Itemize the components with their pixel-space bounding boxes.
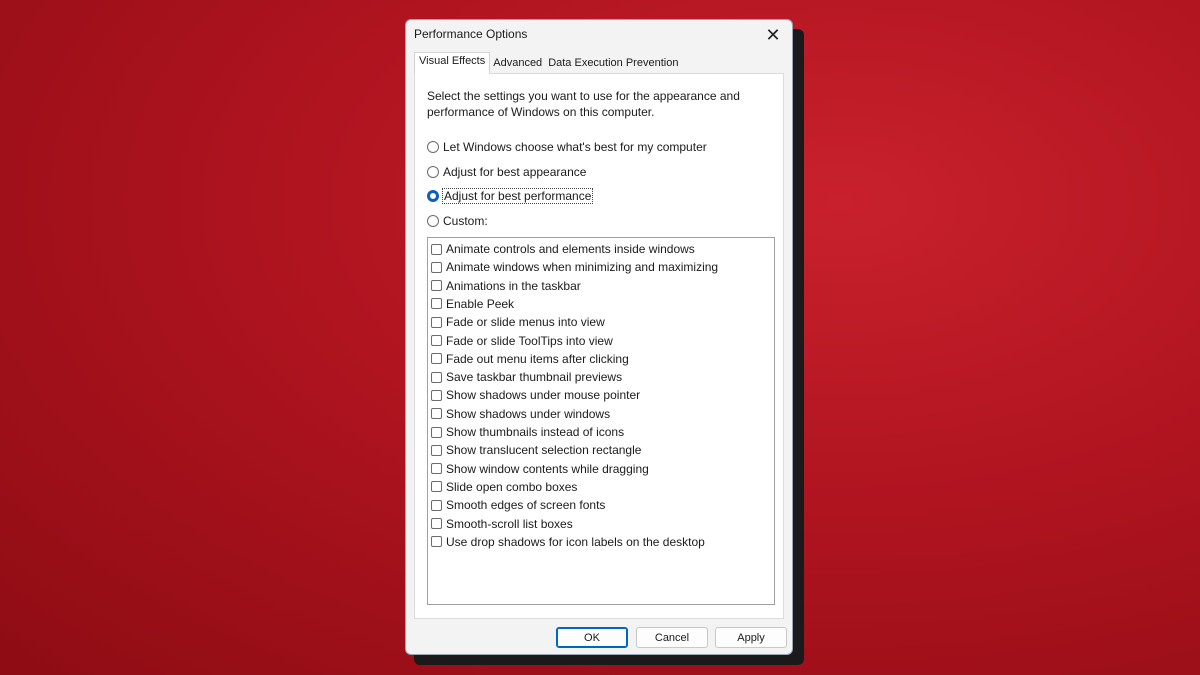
tab-visual-effects[interactable]: Visual Effects xyxy=(414,52,491,74)
checkbox-label: Slide open combo boxes xyxy=(446,479,578,494)
checkbox-label: Show thumbnails instead of icons xyxy=(446,425,625,439)
effect-checkbox-row[interactable]: Show translucent selection rectangle xyxy=(431,442,641,458)
checkbox-label: Fade or slide ToolTips into view xyxy=(446,333,613,348)
title-bar[interactable]: Performance Options ✕ xyxy=(406,20,792,50)
radio-button[interactable] xyxy=(427,141,439,153)
checkbox[interactable] xyxy=(431,389,442,401)
checkbox-label: Show shadows under windows xyxy=(446,406,611,421)
close-icon[interactable]: ✕ xyxy=(762,24,784,46)
apply-button[interactable]: Apply xyxy=(715,627,787,648)
radio-label: Let Windows choose what's best for my co… xyxy=(443,140,707,154)
effect-checkbox-row[interactable]: Save taskbar thumbnail previews xyxy=(431,369,622,385)
effect-checkbox-row[interactable]: Show thumbnails instead of icons xyxy=(431,424,624,440)
checkbox[interactable] xyxy=(431,518,442,529)
checkbox[interactable] xyxy=(431,243,442,255)
checkbox-label: Show translucent selection rectangle xyxy=(446,443,642,458)
checkbox[interactable] xyxy=(431,444,442,456)
checkbox-label: Show shadows under mouse pointer xyxy=(446,388,641,403)
checkbox[interactable] xyxy=(431,280,442,292)
checkbox[interactable] xyxy=(431,499,442,511)
checkbox[interactable] xyxy=(431,353,442,365)
ok-button[interactable]: OK xyxy=(556,627,628,648)
checkbox[interactable] xyxy=(431,426,442,438)
effect-checkbox-row[interactable]: Show window contents while dragging xyxy=(431,461,649,477)
radio-label: Adjust for best appearance xyxy=(443,165,587,179)
visual-effects-listbox[interactable]: Animate controls and elements inside win… xyxy=(427,237,775,605)
radio-best-performance[interactable]: Adjust for best performance xyxy=(427,188,594,204)
radio-button[interactable] xyxy=(427,166,439,178)
effect-checkbox-row[interactable]: Enable Peek xyxy=(431,296,514,312)
checkbox[interactable] xyxy=(431,371,442,383)
effect-checkbox-row[interactable]: Fade or slide menus into view xyxy=(431,314,605,330)
checkbox-label: Use drop shadows for icon labels on the … xyxy=(446,534,705,549)
performance-options-dialog: Performance Options ✕ Visual Effects Adv… xyxy=(405,19,793,655)
radio-label: Adjust for best performance xyxy=(441,188,594,204)
effect-checkbox-row[interactable]: Smooth-scroll list boxes xyxy=(431,516,573,532)
radio-custom[interactable]: Custom: xyxy=(427,214,488,228)
checkbox[interactable] xyxy=(431,261,442,273)
checkbox-label: Show window contents while dragging xyxy=(446,461,649,476)
dialog-title: Performance Options xyxy=(414,27,528,41)
tab-strip: Visual Effects Advanced Data Execution P… xyxy=(414,52,681,74)
effect-checkbox-row[interactable]: Animate controls and elements inside win… xyxy=(431,241,695,257)
effect-checkbox-row[interactable]: Animate windows when minimizing and maxi… xyxy=(431,259,718,275)
checkbox[interactable] xyxy=(431,536,442,548)
checkbox-label: Smooth edges of screen fonts xyxy=(446,498,606,513)
effect-checkbox-row[interactable]: Slide open combo boxes xyxy=(431,479,577,495)
radio-label: Custom: xyxy=(443,214,488,228)
checkbox-label: Enable Peek xyxy=(446,296,515,311)
radio-button[interactable] xyxy=(427,215,439,227)
checkbox[interactable] xyxy=(431,481,442,493)
checkbox[interactable] xyxy=(431,298,442,310)
checkbox[interactable] xyxy=(431,463,442,475)
effect-checkbox-row[interactable]: Fade or slide ToolTips into view xyxy=(431,333,613,349)
radio-best-appearance[interactable]: Adjust for best appearance xyxy=(427,165,586,179)
radio-let-windows-choose[interactable]: Let Windows choose what's best for my co… xyxy=(427,140,707,154)
effect-checkbox-row[interactable]: Show shadows under windows xyxy=(431,406,610,422)
visual-effects-panel: Select the settings you want to use for … xyxy=(414,73,784,619)
checkbox-label: Animations in the taskbar xyxy=(446,278,581,293)
checkbox-label: Save taskbar thumbnail previews xyxy=(446,370,623,385)
checkbox-label: Smooth-scroll list boxes xyxy=(446,516,573,531)
checkbox-label: Animate controls and elements inside win… xyxy=(446,242,695,256)
effect-checkbox-row[interactable]: Fade out menu items after clicking xyxy=(431,351,629,367)
effect-checkbox-row[interactable]: Smooth edges of screen fonts xyxy=(431,497,605,513)
radio-button-selected[interactable] xyxy=(427,190,439,202)
checkbox-label: Animate windows when minimizing and maxi… xyxy=(446,260,719,275)
effect-checkbox-row[interactable]: Use drop shadows for icon labels on the … xyxy=(431,534,705,550)
tab-data-execution-prevention[interactable]: Data Execution Prevention xyxy=(545,54,681,74)
checkbox[interactable] xyxy=(431,408,442,420)
effect-checkbox-row[interactable]: Show shadows under mouse pointer xyxy=(431,387,640,403)
tab-advanced[interactable]: Advanced xyxy=(490,54,545,74)
checkbox-label: Fade out menu items after clicking xyxy=(446,351,629,366)
effect-checkbox-row[interactable]: Animations in the taskbar xyxy=(431,278,581,294)
checkbox[interactable] xyxy=(431,316,442,328)
checkbox[interactable] xyxy=(431,335,442,346)
description-text: Select the settings you want to use for … xyxy=(427,89,740,119)
checkbox-label: Fade or slide menus into view xyxy=(446,315,605,330)
cancel-button[interactable]: Cancel xyxy=(636,627,708,648)
